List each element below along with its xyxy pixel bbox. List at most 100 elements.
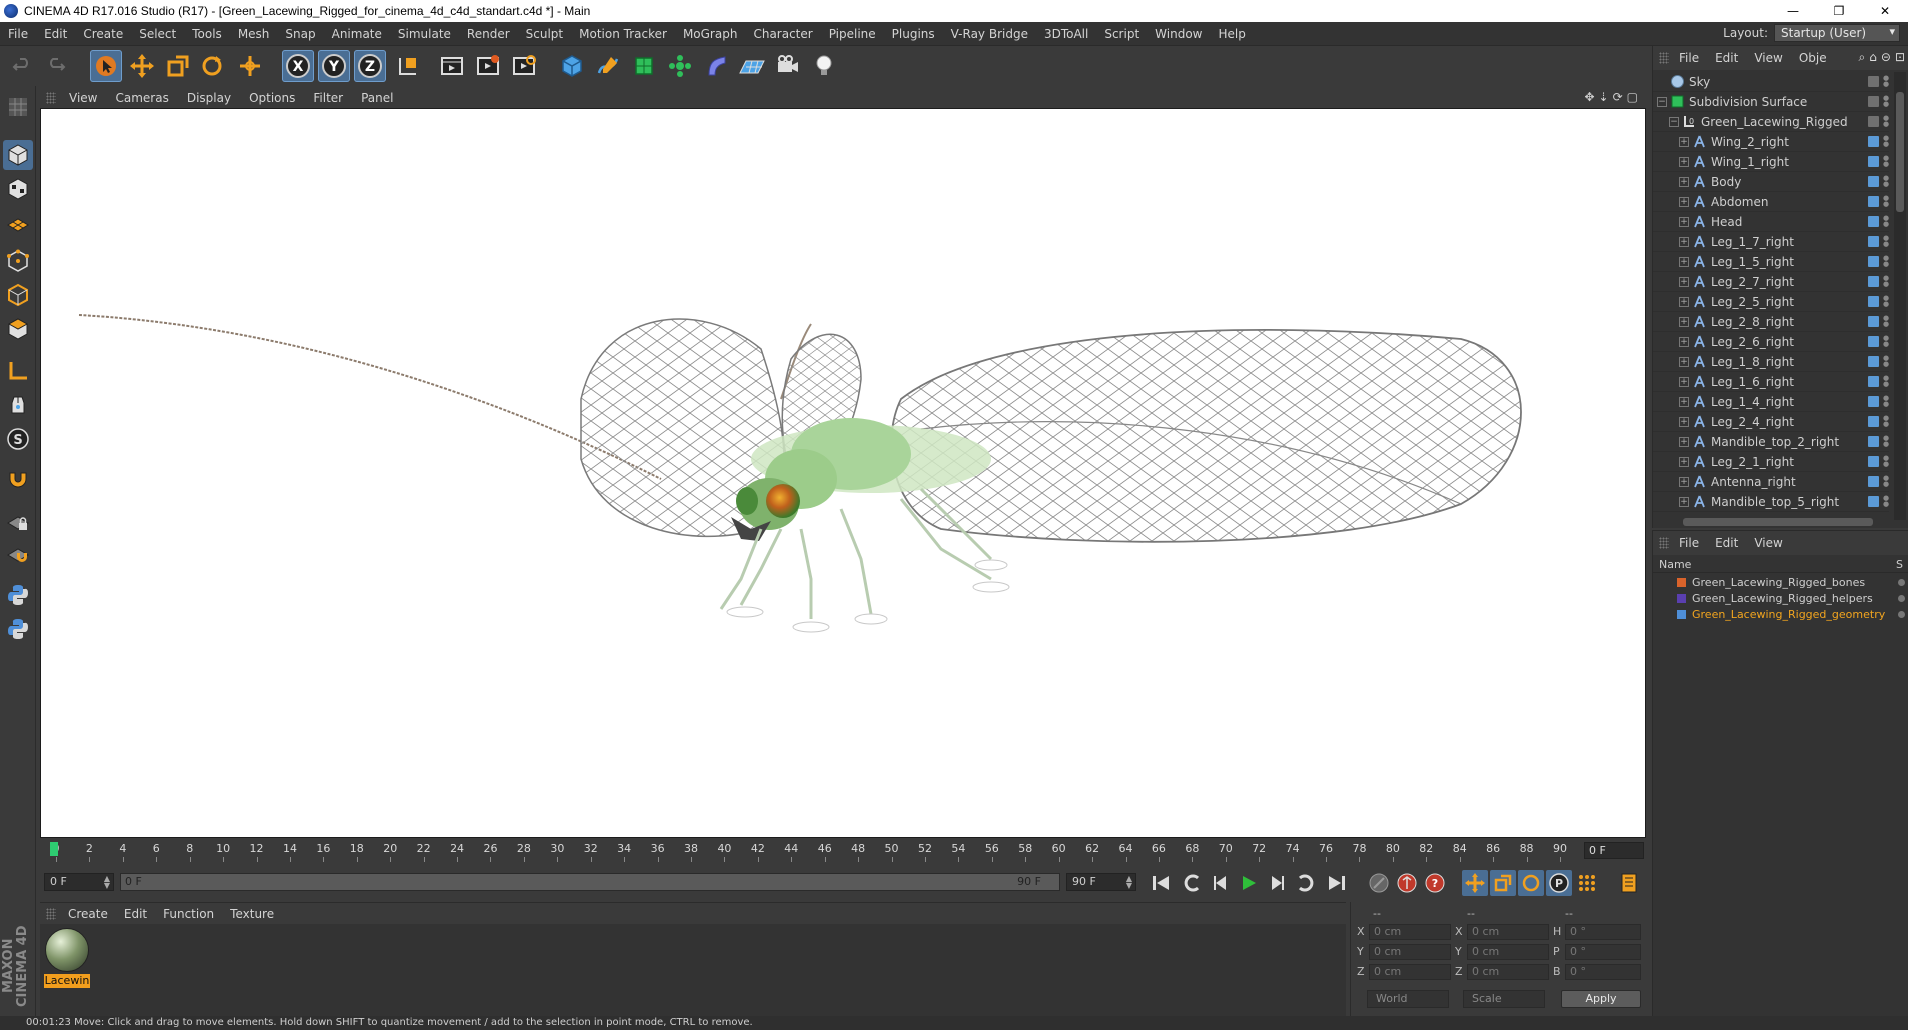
object-row[interactable]: + Leg_2_6_right ● ● <box>1653 332 1889 352</box>
viewport-pan-icon[interactable]: ✥ <box>1584 90 1594 104</box>
layer-tag-icon[interactable] <box>1868 196 1879 207</box>
viewport-menu-display[interactable]: Display <box>178 91 240 105</box>
tweak-mode-icon[interactable] <box>3 390 33 420</box>
key-scale-icon[interactable] <box>1490 870 1516 896</box>
expand-toggle-icon[interactable]: − <box>1669 116 1679 127</box>
menu-create[interactable]: Create <box>75 27 131 41</box>
object-row[interactable]: + Body ● ● <box>1653 172 1889 192</box>
live-selection-icon[interactable] <box>90 50 122 82</box>
object-row[interactable]: + Antenna_right ● ● <box>1653 472 1889 492</box>
y-axis-lock-button[interactable]: Y <box>318 50 350 82</box>
transform-tool-icon[interactable] <box>234 50 266 82</box>
layer-tag-icon[interactable] <box>1868 176 1879 187</box>
object-name[interactable]: Leg_1_4_right <box>1711 395 1794 409</box>
key-rotation-icon[interactable] <box>1518 870 1544 896</box>
visibility-dots-icon[interactable]: ● ● <box>1883 315 1889 328</box>
key-position-icon[interactable] <box>1462 870 1488 896</box>
go-to-start-icon[interactable] <box>1148 870 1174 896</box>
layer-color-swatch[interactable] <box>1677 610 1686 619</box>
visibility-dots-icon[interactable]: ● ● <box>1883 235 1889 248</box>
visibility-dots-icon[interactable]: ● ● <box>1883 335 1889 348</box>
layer-menu-view[interactable]: View <box>1746 536 1790 550</box>
menu-mograph[interactable]: MoGraph <box>675 27 746 41</box>
layer-solo-dot[interactable] <box>1898 611 1905 618</box>
visibility-dots-icon[interactable]: ● ● <box>1883 455 1889 468</box>
object-name[interactable]: Body <box>1711 175 1741 189</box>
layout-dropdown[interactable]: Startup (User) <box>1774 24 1900 42</box>
cube-primitive-icon[interactable] <box>556 50 588 82</box>
x-axis-lock-button[interactable]: X <box>282 50 314 82</box>
object-name[interactable]: Leg_2_8_right <box>1711 315 1794 329</box>
rotate-tool-icon[interactable] <box>196 50 228 82</box>
visibility-dots-icon[interactable]: ● ● <box>1883 375 1889 388</box>
visibility-dots-icon[interactable]: ● ● <box>1883 495 1889 508</box>
panel-grip-icon[interactable] <box>1659 52 1669 64</box>
material-menu-function[interactable]: Function <box>155 907 222 921</box>
object-name[interactable]: Leg_1_5_right <box>1711 255 1794 269</box>
layer-col-name[interactable]: Name <box>1659 558 1691 571</box>
menu-file[interactable]: File <box>0 27 36 41</box>
layer-row[interactable]: Green_Lacewing_Rigged_bones <box>1653 575 1908 590</box>
viewport-menu-panel[interactable]: Panel <box>352 91 402 105</box>
scale-tool-icon[interactable] <box>162 50 194 82</box>
object-row[interactable]: + Wing_1_right ● ● <box>1653 152 1889 172</box>
expand-toggle-icon[interactable]: + <box>1679 276 1689 287</box>
object-name[interactable]: Sky <box>1689 75 1710 89</box>
expand-toggle-icon[interactable]: + <box>1679 336 1689 347</box>
3d-viewport[interactable] <box>40 108 1646 838</box>
minimize-button[interactable]: — <box>1770 0 1816 22</box>
menu-select[interactable]: Select <box>131 27 184 41</box>
subdivision-surface-icon[interactable] <box>628 50 660 82</box>
new-window-icon[interactable]: ⊡ <box>1895 50 1905 65</box>
object-name[interactable]: Antenna_right <box>1711 475 1796 489</box>
size-x-field[interactable]: 0 cm <box>1467 924 1549 940</box>
object-row[interactable]: + Head ● ● <box>1653 212 1889 232</box>
visibility-dots-icon[interactable]: ● ● <box>1883 275 1889 288</box>
material-menu-create[interactable]: Create <box>60 907 116 921</box>
end-frame-field[interactable]: 90 F ▲ ▼ <box>1066 873 1136 891</box>
pos-x-field[interactable]: 0 cm <box>1369 924 1451 940</box>
object-row[interactable]: + Leg_2_1_right ● ● <box>1653 452 1889 472</box>
apply-button[interactable]: Apply <box>1561 990 1641 1008</box>
layer-tag-icon[interactable] <box>1868 456 1879 467</box>
layer-tag-icon[interactable] <box>1868 336 1879 347</box>
workplane-snap-icon[interactable] <box>3 540 33 570</box>
expand-toggle-icon[interactable]: + <box>1679 496 1689 507</box>
visibility-dots-icon[interactable]: ● ● <box>1883 435 1889 448</box>
visibility-dots-icon[interactable]: ● ● <box>1883 95 1889 108</box>
expand-toggle-icon[interactable]: + <box>1679 376 1689 387</box>
layer-tag-icon[interactable] <box>1868 396 1879 407</box>
menu-edit[interactable]: Edit <box>36 27 75 41</box>
redo-icon[interactable] <box>40 50 72 82</box>
z-axis-lock-button[interactable]: Z <box>354 50 386 82</box>
autokeying-icon[interactable]: ? <box>1422 870 1448 896</box>
deformer-bend-icon[interactable] <box>700 50 732 82</box>
menu-help[interactable]: Help <box>1210 27 1253 41</box>
viewport-menu-filter[interactable]: Filter <box>304 91 352 105</box>
timeline-ruler[interactable]: 0246810121416182022242628303234363840424… <box>40 840 1646 862</box>
move-tool-icon[interactable] <box>126 50 158 82</box>
object-row[interactable]: + Leg_2_7_right ● ● <box>1653 272 1889 292</box>
menu-script[interactable]: Script <box>1096 27 1147 41</box>
undo-icon[interactable] <box>6 50 38 82</box>
object-row[interactable]: + Leg_2_8_right ● ● <box>1653 312 1889 332</box>
visibility-dots-icon[interactable]: ● ● <box>1883 355 1889 368</box>
object-menu-view[interactable]: View <box>1746 51 1790 65</box>
expand-toggle-icon[interactable]: + <box>1679 396 1689 407</box>
menu-mesh[interactable]: Mesh <box>230 27 278 41</box>
render-picture-viewer-icon[interactable] <box>472 50 504 82</box>
object-name[interactable]: Leg_1_6_right <box>1711 375 1794 389</box>
expand-toggle-icon[interactable]: + <box>1679 456 1689 467</box>
model-mode-icon[interactable] <box>3 140 33 170</box>
current-frame-field[interactable]: 0 F <box>1584 842 1644 859</box>
cloner-icon[interactable] <box>664 50 696 82</box>
object-row[interactable]: − 0 Green_Lacewing_Rigged ● ● <box>1653 112 1889 132</box>
expand-toggle-icon[interactable]: + <box>1679 156 1689 167</box>
material-swatch[interactable]: Lacewin <box>44 928 90 988</box>
autokey-disabled-icon[interactable] <box>1366 870 1392 896</box>
menu-plugins[interactable]: Plugins <box>884 27 943 41</box>
expand-toggle-icon[interactable]: − <box>1657 96 1667 107</box>
layer-tag-icon[interactable] <box>1868 416 1879 427</box>
visibility-dots-icon[interactable]: ● ● <box>1883 115 1889 128</box>
layer-tag-icon[interactable] <box>1868 136 1879 147</box>
